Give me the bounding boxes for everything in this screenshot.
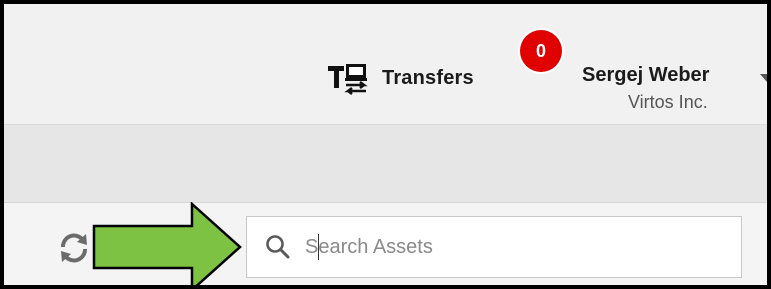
search-input[interactable] [305,227,705,267]
chevron-down-icon[interactable] [760,74,767,82]
user-name: Sergej Weber [582,64,710,86]
user-company: Virtos Inc. [628,92,708,112]
search-box[interactable] [246,216,742,278]
text-cursor [318,234,319,260]
transfers-icon [328,64,368,95]
secondary-bar [4,125,767,203]
notification-badge[interactable]: 0 [520,30,562,72]
top-header: Transfers 0 Sergej Weber Virtos Inc. [4,4,767,125]
transfers-button[interactable]: Transfers [326,56,474,100]
refresh-icon[interactable] [56,230,92,266]
transfers-label: Transfers [382,66,474,89]
user-menu[interactable]: Sergej Weber Virtos Inc. [582,64,767,124]
app-frame: Transfers 0 Sergej Weber Virtos Inc. [0,0,771,289]
search-icon [266,235,290,259]
annotation-arrow [92,202,242,285]
